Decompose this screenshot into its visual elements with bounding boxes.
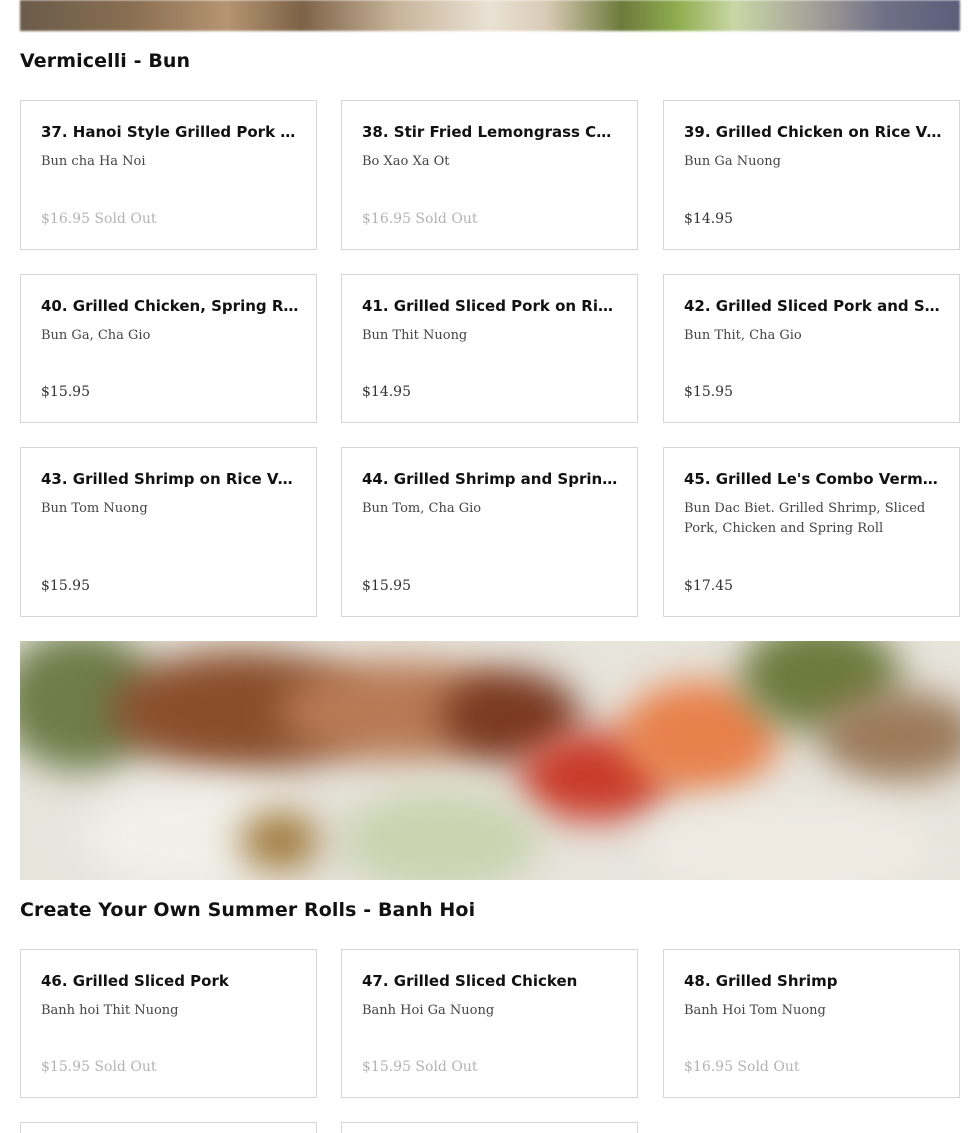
menu-item-description: Bun Tom, Cha Gio (362, 501, 482, 516)
menu-item-price: $16.95 Sold Out (41, 211, 157, 227)
menu-item-name: 42. Grilled Sliced Pork and Spring Roll … (684, 297, 942, 315)
menu-item-card[interactable]: 41. Grilled Sliced Pork on Rice Vermicel… (341, 274, 638, 423)
menu-item-description: Bun cha Ha Noi (41, 154, 146, 169)
menu-item-name: 45. Grilled Le's Combo Vermicelli (684, 470, 942, 488)
menu-item-price: $15.95 (362, 578, 411, 594)
menu-item-description: Bun Tom Nuong (41, 501, 148, 516)
menu-item-price: $15.95 (41, 578, 90, 594)
category-banner-image-top (20, 0, 960, 31)
menu-item-card[interactable]: 47. Grilled Sliced Chicken Banh Hoi Ga N… (341, 949, 638, 1098)
menu-item-card[interactable]: 40. Grilled Chicken, Spring Roll on Rice… (20, 274, 317, 423)
menu-item-description: Bun Dac Biet. Grilled Shrimp, Sliced Por… (684, 501, 926, 536)
menu-item-price: $14.95 (684, 211, 733, 227)
menu-item-name: 41. Grilled Sliced Pork on Rice Vermicel… (362, 297, 620, 315)
menu-item-card-partial[interactable] (20, 1122, 317, 1133)
menu-item-price: $15.95 (41, 384, 90, 400)
menu-item-card-partial[interactable] (341, 1122, 638, 1133)
menu-item-card[interactable]: 44. Grilled Shrimp and Spring Roll on Ri… (341, 447, 638, 617)
menu-item-description: Banh Hoi Tom Nuong (684, 1003, 826, 1018)
menu-item-price: $16.95 Sold Out (362, 211, 478, 227)
menu-item-price: $17.45 (684, 578, 733, 594)
menu-item-name: 48. Grilled Shrimp (684, 972, 838, 990)
menu-item-description: Bun Thit, Cha Gio (684, 328, 802, 343)
menu-item-description: Bo Xao Xa Ot (362, 154, 450, 169)
section-title-banh-hoi: Create Your Own Summer Rolls - Banh Hoi (20, 899, 476, 921)
menu-item-price: $15.95 (684, 384, 733, 400)
menu-item-name: 47. Grilled Sliced Chicken (362, 972, 578, 990)
menu-item-description: Bun Ga Nuong (684, 154, 781, 169)
menu-item-price: $15.95 Sold Out (41, 1059, 157, 1075)
menu-item-description: Bun Thit Nuong (362, 328, 468, 343)
menu-item-name: 43. Grilled Shrimp on Rice Vermicelli (41, 470, 299, 488)
menu-item-name: 38. Stir Fried Lemongrass Chili Beef on … (362, 123, 620, 141)
menu-item-description: Banh hoi Thit Nuong (41, 1003, 179, 1018)
menu-item-card[interactable]: 42. Grilled Sliced Pork and Spring Roll … (663, 274, 960, 423)
menu-item-description: Banh Hoi Ga Nuong (362, 1003, 495, 1018)
menu-item-card[interactable]: 46. Grilled Sliced Pork Banh hoi Thit Nu… (20, 949, 317, 1098)
menu-item-card[interactable]: 48. Grilled Shrimp Banh Hoi Tom Nuong $1… (663, 949, 960, 1098)
menu-item-card[interactable]: 37. Hanoi Style Grilled Pork on Rice Ver… (20, 100, 317, 250)
menu-item-card[interactable]: 43. Grilled Shrimp on Rice Vermicelli Bu… (20, 447, 317, 617)
menu-item-name: 40. Grilled Chicken, Spring Roll on Rice… (41, 297, 299, 315)
menu-page: Vermicelli - Bun 37. Hanoi Style Grilled… (0, 0, 978, 1133)
category-banner-image (20, 641, 960, 880)
menu-item-card[interactable]: 39. Grilled Chicken on Rice Vermicelli B… (663, 100, 960, 250)
menu-item-price: $16.95 Sold Out (684, 1059, 800, 1075)
menu-item-name: 37. Hanoi Style Grilled Pork on Rice Ver… (41, 123, 299, 141)
menu-item-description: Bun Ga, Cha Gio (41, 328, 151, 343)
menu-item-name: 46. Grilled Sliced Pork (41, 972, 229, 990)
menu-item-name: 39. Grilled Chicken on Rice Vermicelli (684, 123, 942, 141)
menu-item-card[interactable]: 38. Stir Fried Lemongrass Chili Beef on … (341, 100, 638, 250)
menu-item-price: $15.95 Sold Out (362, 1059, 478, 1075)
section-title-vermicelli: Vermicelli - Bun (20, 50, 191, 72)
menu-item-name: 44. Grilled Shrimp and Spring Roll on Ri… (362, 470, 620, 488)
menu-item-price: $14.95 (362, 384, 411, 400)
menu-item-card[interactable]: 45. Grilled Le's Combo Vermicelli Bun Da… (663, 447, 960, 617)
